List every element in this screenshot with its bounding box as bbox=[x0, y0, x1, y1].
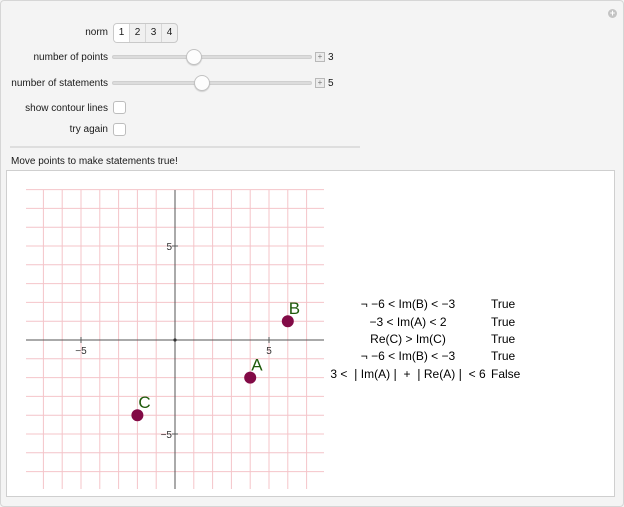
complex-plane-plot: −5 5 5 −5 A B C bbox=[26, 189, 324, 489]
statement-text: −3 < Im(A) < 2 bbox=[369, 315, 447, 329]
x-tick-label-5: 5 bbox=[266, 346, 272, 357]
statement-result: True bbox=[491, 349, 516, 363]
show-contour-lines-checkbox[interactable] bbox=[113, 101, 126, 114]
y-tick-label-neg5: −5 bbox=[161, 430, 173, 441]
x-tick-label-neg5: −5 bbox=[75, 346, 87, 357]
statement-text: 3 < ❘Im(A)❘ + ❘Re(A)❘ < 6 bbox=[330, 367, 486, 381]
point-label-c: C bbox=[138, 393, 150, 412]
options-plus-icon[interactable]: + bbox=[608, 9, 617, 18]
norm-option-4[interactable]: 4 bbox=[161, 24, 177, 42]
show-contour-lines-label: show contour lines bbox=[25, 103, 108, 114]
number-of-statements-value: 5 bbox=[328, 78, 334, 89]
norm-option-1[interactable]: 1 bbox=[114, 24, 129, 42]
origin-dot bbox=[173, 338, 177, 342]
statement-text: ¬ −6 < Im(B) < −3 bbox=[360, 297, 456, 311]
statement-result: True bbox=[491, 315, 516, 329]
number-of-points-expand-icon[interactable]: + bbox=[315, 52, 325, 62]
number-of-statements-slider-thumb[interactable] bbox=[194, 75, 210, 91]
statement-text: Re(C) > Im(C) bbox=[370, 332, 446, 346]
divider bbox=[10, 146, 360, 148]
norm-label: norm bbox=[85, 27, 108, 38]
statement-text: ¬ −6 < Im(B) < −3 bbox=[360, 349, 456, 363]
statement-result: False bbox=[491, 367, 521, 381]
number-of-points-slider-thumb[interactable] bbox=[186, 49, 202, 65]
norm-option-2[interactable]: 2 bbox=[129, 24, 145, 42]
point-label-b: B bbox=[289, 299, 300, 318]
number-of-points-label: number of points bbox=[33, 52, 109, 63]
number-of-points-slider[interactable] bbox=[112, 55, 312, 59]
number-of-statements-label: number of statements bbox=[11, 78, 108, 89]
y-tick-label-5: 5 bbox=[166, 242, 172, 253]
point-label-a: A bbox=[251, 356, 263, 375]
output-panel: −5 5 5 −5 A B C ¬ −6 < Im(B) < −3 True −3 … bbox=[6, 170, 615, 497]
try-again-checkbox[interactable] bbox=[113, 123, 126, 136]
norm-setter-bar: 1 2 3 4 bbox=[113, 23, 178, 43]
number-of-statements-slider[interactable] bbox=[112, 81, 312, 85]
number-of-points-value: 3 bbox=[328, 52, 334, 63]
instruction-text: Move points to make statements true! bbox=[11, 156, 178, 167]
try-again-label: try again bbox=[69, 124, 108, 135]
norm-option-3[interactable]: 3 bbox=[145, 24, 161, 42]
number-of-statements-expand-icon[interactable]: + bbox=[315, 78, 325, 88]
statement-result: True bbox=[491, 297, 516, 311]
statement-result: True bbox=[491, 332, 516, 346]
